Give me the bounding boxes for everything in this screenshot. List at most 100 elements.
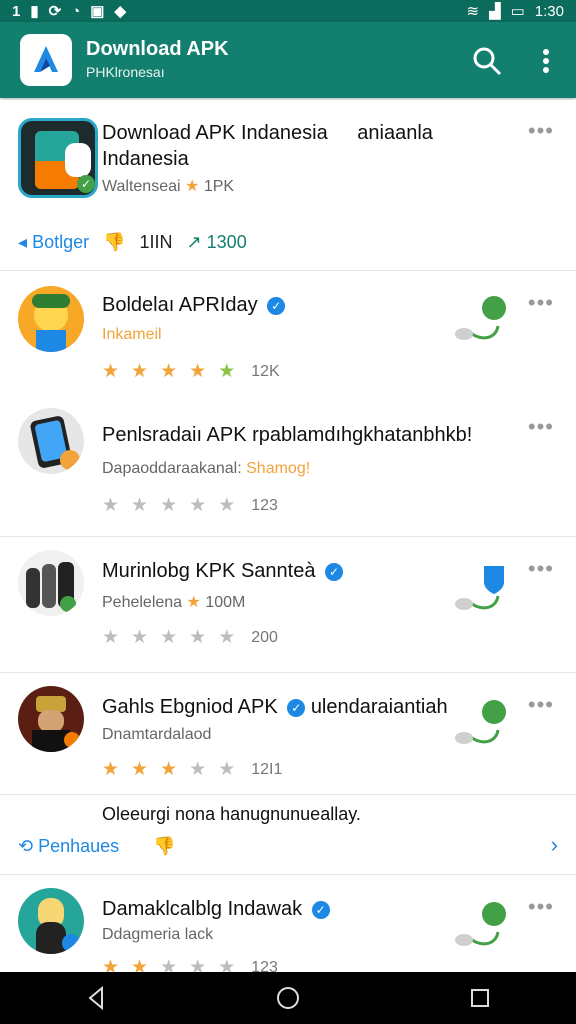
status-bar: 1 ▮ ⟳ ◔ ▣ ◆ ≋ ▟ ▭ 1:30 [0, 0, 576, 22]
verified-check-icon: ✓ [77, 175, 95, 193]
featured-title-line2: Indanesia [102, 148, 189, 170]
star-icon: ★ [189, 495, 207, 516]
star-icon: ★ [160, 627, 178, 648]
avatar [18, 686, 84, 752]
featured-meta: Waltenseai ★ 1PK [102, 176, 234, 196]
rating-stars: ★ ★ ★ ★ ★ 12I1 [102, 758, 282, 781]
search-icon [473, 47, 502, 76]
thumbs-icon[interactable]: 👎 [153, 836, 175, 857]
trend-action[interactable]: ↗ 1300 [187, 232, 247, 253]
toggle-action[interactable]: ◂ Botlger [18, 232, 89, 253]
rating-count: 12K [251, 362, 280, 380]
apk-logo-icon [34, 46, 58, 72]
home-icon[interactable] [274, 984, 302, 1012]
arrow-left-icon: ◂ [18, 232, 28, 252]
app-title: Download APK [86, 38, 229, 60]
list-item[interactable]: Penlsradaiı APK rpablamdıhgkhatanbhkb! D… [0, 404, 576, 537]
install-icon [455, 296, 506, 340]
mid-action-label: 1IIN [139, 232, 173, 252]
star-icon: ★ [160, 361, 178, 382]
rating-stars: ★ ★ ★ ★ ★ 12K [102, 360, 280, 383]
mid-action[interactable]: 1IIN [140, 232, 173, 253]
star-icon: ★ [102, 759, 120, 780]
star-icon: ★ [131, 759, 149, 780]
item-subtitle: Ddagmeria lack [102, 926, 214, 943]
alarm-icon: ◔ [71, 2, 81, 20]
item-title: Gahls Ebgniod APK ✓ ulendaraiantiah [102, 696, 448, 719]
item-subtitle: Pehelelena ★ 100M [102, 592, 245, 612]
more-options-button[interactable]: ••• [528, 556, 554, 582]
app-subtitle: PHKlronesaı [86, 64, 165, 80]
install-action[interactable] [450, 696, 510, 746]
notice-link-label: Penhaues [38, 836, 120, 856]
avatar [18, 550, 84, 616]
star-icon: ★ [218, 495, 236, 516]
thumbs-icon[interactable]: 👎 [103, 232, 125, 253]
star-icon: ★ [218, 627, 236, 648]
back-icon[interactable] [82, 984, 110, 1012]
verified-badge-icon: ✓ [311, 900, 330, 919]
more-vert-icon [543, 49, 549, 73]
star-icon: ★ [160, 495, 178, 516]
overflow-menu-button[interactable] [532, 44, 560, 78]
rating-stars: ★ ★ ★ ★ ★ 123 [102, 494, 278, 517]
avatar [18, 286, 84, 352]
star-icon: ★ [160, 759, 178, 780]
verified-badge-icon: ✓ [325, 562, 344, 581]
list-item[interactable]: Boldelaı APRIday ✓ Inkameil ★ ★ ★ ★ ★ 12… [0, 272, 576, 404]
star-icon: ★ [131, 627, 149, 648]
star-icon: ★ [102, 627, 120, 648]
rating-count: 12I1 [251, 760, 283, 778]
item-subtitle-text: Dapaoddaraakanal: [102, 460, 242, 477]
item-subtitle: Dapaoddaraakanal: Shamog! [102, 460, 310, 478]
item-title-text: Damaklcalblg Indawak [102, 898, 303, 920]
more-options-button[interactable]: ••• [528, 894, 554, 920]
star-icon: ★ [131, 361, 149, 382]
install-action[interactable] [450, 898, 510, 948]
list-item[interactable]: Murinlobg KPK Sannteà ✓ Pehelelena ★ 100… [0, 538, 576, 673]
signal-icon: ▟ [489, 3, 501, 20]
data-icon: ▮ [30, 3, 39, 20]
star-icon: ★ [185, 178, 200, 195]
install-action[interactable] [450, 292, 510, 342]
featured-title-line1: Download APK Indanesia [102, 122, 328, 144]
featured-meta-count: 1PK [203, 178, 235, 195]
featured-app-card[interactable]: ✓ Download APK Indanesia aniaanla Indane… [0, 100, 576, 271]
more-options-button[interactable]: ••• [528, 290, 554, 316]
avatar [18, 888, 84, 954]
status-left: 1 ▮ ⟳ ◔ ▣ ◆ [12, 2, 126, 21]
rating-count: 200 [251, 628, 278, 646]
item-title: Boldelaı APRIday ✓ [102, 294, 286, 317]
verified-badge-icon: ✓ [287, 698, 306, 717]
notice-link[interactable]: ⟲ Penhaues [18, 836, 119, 857]
app-bar: Download APK PHKlronesaı [0, 22, 576, 98]
list-item[interactable]: Damaklcalblg Indawak ✓ Ddagmeria lack ★ … [0, 876, 576, 978]
gallery-icon: ▣ [90, 3, 105, 20]
list-item[interactable]: Gahls Ebgniod APK ✓ ulendaraiantiah Dnam… [0, 674, 576, 795]
install-action[interactable] [450, 562, 510, 612]
item-title: Damaklcalblg Indawak ✓ [102, 898, 330, 921]
star-icon: ★ [189, 361, 207, 382]
battery-icon: ▭ [510, 3, 525, 20]
item-title: Penlsradaiı APK rpablamdıhgkhatanbhkb! [102, 424, 473, 446]
star-icon: ★ [131, 495, 149, 516]
item-subtitle-accent: Shamog! [246, 460, 311, 477]
more-options-button[interactable]: ••• [528, 414, 554, 440]
item-subtitle: Dnamtardalaod [102, 726, 212, 743]
star-icon: ★ [102, 495, 120, 516]
app-logo [20, 34, 72, 86]
status-slot-icon: 1 [12, 2, 21, 20]
featured-meta-text: Waltenseai [102, 178, 181, 195]
recents-icon[interactable] [466, 984, 494, 1012]
trend-action-label: 1300 [206, 232, 247, 252]
rating-count: 123 [251, 496, 278, 514]
more-options-button[interactable]: ••• [528, 692, 554, 718]
more-options-button[interactable]: ••• [528, 118, 554, 144]
trend-icon: ↗ [186, 232, 202, 252]
verified-badge-icon: ✓ [267, 296, 286, 315]
item-subtitle-text: Pehelelena [102, 594, 183, 611]
status-time: 1:30 [534, 2, 564, 20]
chevron-right-icon[interactable]: › [551, 832, 558, 858]
item-title-text: Gahls Ebgniod APK [102, 696, 278, 718]
search-button[interactable] [470, 44, 504, 78]
